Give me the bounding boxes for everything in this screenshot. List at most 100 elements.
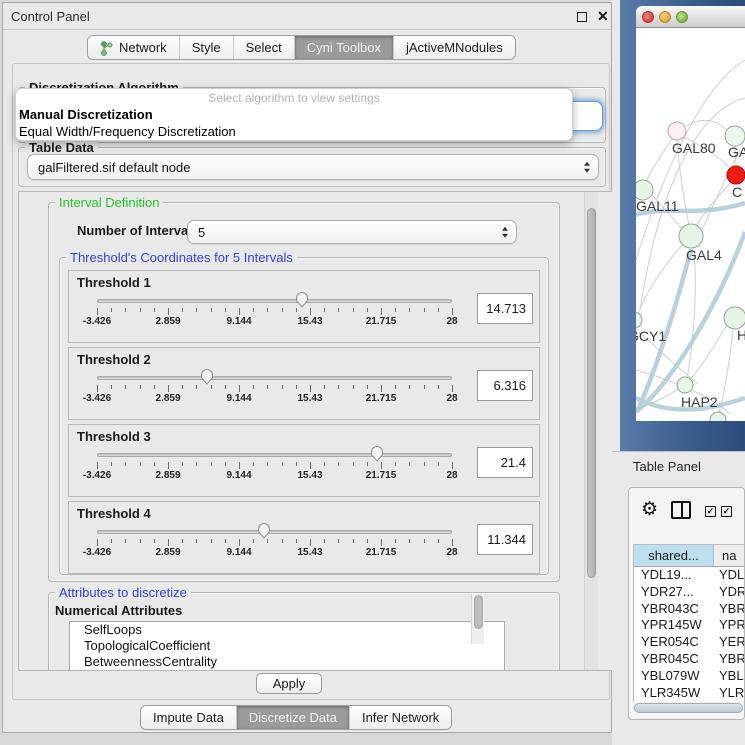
network-canvas[interactable]: GAL80GACGAL11GAL4GCY1HHAP2	[636, 28, 745, 421]
table-cell[interactable]: YIL0	[714, 701, 745, 702]
slider-ticks	[97, 385, 453, 393]
slider-ticks	[97, 308, 453, 316]
network-node[interactable]	[710, 412, 726, 421]
table-cell[interactable]: YDR2	[714, 584, 745, 601]
tab-infer-network[interactable]: Infer Network	[349, 706, 451, 729]
slider-track[interactable]	[97, 376, 452, 380]
slider-tick-labels: -3.4262.8599.14415.4321.71528	[97, 316, 453, 328]
table-row[interactable]: YLR345WYLR3	[634, 685, 745, 702]
table-row[interactable]: YBL079WYBL0	[634, 668, 745, 685]
table-cell[interactable]: YBR0	[714, 601, 745, 618]
table-cell[interactable]: YLR345W	[634, 685, 714, 702]
split-columns-icon[interactable]	[671, 501, 691, 519]
table-cell[interactable]: YBR0	[714, 651, 745, 668]
panel-scrollbar-thumb[interactable]	[587, 208, 596, 578]
table-cell[interactable]: YBR045C	[634, 651, 714, 668]
network-node[interactable]	[677, 377, 693, 393]
table-cell[interactable]: YDL19...	[634, 567, 714, 584]
table-row[interactable]: YER054CYER0	[634, 634, 745, 651]
table-row[interactable]: YDL19...YDL1	[634, 567, 745, 584]
table-cell[interactable]: YIL052C	[634, 701, 714, 702]
tab-jactivemnodules-label: jActiveMNodules	[406, 40, 503, 55]
unselect-all-checkbox-icon[interactable]: ✓	[721, 506, 732, 517]
thresholds-group: Threshold's Coordinates for 5 Intervals …	[59, 257, 549, 575]
tab-select-label: Select	[246, 40, 282, 55]
threshold-value-field[interactable]: 6.316	[477, 370, 533, 401]
tab-impute-data[interactable]: Impute Data	[141, 706, 236, 729]
table-row[interactable]: YPR145WYPR1	[634, 617, 745, 634]
tab-jactivemnodules[interactable]: jActiveMNodules	[393, 36, 515, 59]
network-node[interactable]	[727, 166, 745, 184]
numerical-attributes-list[interactable]: SelfLoopsTopologicalCoefficientBetweenne…	[69, 621, 505, 671]
table-row[interactable]: YBR045CYBR0	[634, 651, 745, 668]
column-header-name[interactable]: na	[714, 545, 745, 566]
slider-thumb[interactable]	[370, 445, 384, 462]
threshold-panel: Threshold 2-3.4262.8599.14415.4321.71528…	[68, 347, 540, 420]
float-window-icon[interactable]	[577, 12, 587, 22]
attribute-list-item[interactable]: BetweennessCentrality	[70, 654, 504, 670]
slider-thumb[interactable]	[295, 291, 309, 308]
table-cell[interactable]: YDL1	[714, 567, 745, 584]
slider-thumb[interactable]	[200, 368, 214, 385]
network-node[interactable]	[668, 122, 686, 140]
attributes-scrollbar-thumb[interactable]	[474, 595, 483, 629]
minimize-traffic-light-icon[interactable]	[659, 11, 671, 23]
slider-thumb[interactable]	[257, 522, 271, 539]
numerical-attributes-label: Numerical Attributes	[55, 603, 182, 618]
table-cell[interactable]: YPR145W	[634, 617, 714, 634]
tab-network-label: Network	[119, 40, 167, 55]
attributes-list-scrollbar[interactable]	[471, 594, 484, 644]
table-cell[interactable]: YBL0	[714, 668, 745, 685]
network-node[interactable]	[636, 312, 642, 328]
threshold-value-field[interactable]: 11.344	[477, 524, 533, 555]
close-traffic-light-icon[interactable]	[642, 11, 654, 23]
attribute-list-item[interactable]: TopologicalCoefficient	[70, 638, 504, 654]
table-cell[interactable]: YPR1	[714, 617, 745, 634]
table-cell[interactable]: YER0	[714, 634, 745, 651]
table-cell[interactable]: YLR3	[714, 685, 745, 702]
popup-option-equal-width-frequency[interactable]: Equal Width/Frequency Discretization	[19, 124, 236, 139]
control-panel-window: Control Panel ✕ Network Style Select Cyn…	[2, 2, 612, 733]
table-data-combobox[interactable]: galFiltered.sif default node	[27, 154, 599, 180]
attribute-list-item[interactable]: SelfLoops	[70, 622, 504, 638]
tab-select[interactable]: Select	[233, 36, 294, 59]
slider-track[interactable]	[97, 299, 452, 303]
network-node[interactable]	[724, 307, 745, 329]
select-all-checkbox-icon[interactable]: ✓	[705, 506, 716, 517]
threshold-value-field[interactable]: 21.4	[477, 447, 533, 478]
network-node[interactable]	[725, 126, 745, 146]
close-icon[interactable]: ✕	[597, 8, 609, 25]
table-cell[interactable]: YER054C	[634, 634, 714, 651]
gear-icon[interactable]: ⚙	[641, 500, 658, 519]
panel-scrollbar[interactable]	[584, 192, 598, 670]
table-row[interactable]: YBR043CYBR0	[634, 601, 745, 618]
tab-cyni-toolbox[interactable]: Cyni Toolbox	[294, 36, 393, 59]
popup-hint-item[interactable]: Select algorithm to view settings	[16, 91, 572, 105]
popup-option-manual-discretization[interactable]: Manual Discretization	[19, 107, 153, 122]
tab-network[interactable]: Network	[88, 36, 179, 59]
table-row[interactable]: YDR27...YDR2	[634, 584, 745, 601]
slider-track[interactable]	[97, 453, 452, 457]
zoom-traffic-light-icon[interactable]	[676, 11, 688, 23]
table-row[interactable]: YIL052CYIL0	[634, 701, 745, 702]
number-of-intervals-value: 5	[198, 225, 205, 240]
table-panel: ⚙ ✓ ✓ shared... na YDL19...YDL1YDR27...Y…	[628, 487, 745, 720]
table-cell[interactable]: YBR043C	[634, 601, 714, 618]
tab-impute-data-label: Impute Data	[153, 710, 224, 725]
number-of-intervals-combobox[interactable]: 5	[187, 220, 517, 244]
table-cell[interactable]: YDR27...	[634, 584, 714, 601]
column-header-shared-name[interactable]: shared...	[634, 545, 714, 566]
network-node[interactable]	[679, 224, 703, 248]
network-node[interactable]	[636, 180, 653, 200]
threshold-value-field[interactable]: 14.713	[477, 293, 533, 324]
tab-discretize-data[interactable]: Discretize Data	[236, 706, 349, 729]
slider-track[interactable]	[97, 530, 452, 534]
network-node-label: GAL80	[672, 140, 716, 156]
apply-button[interactable]: Apply	[256, 673, 322, 694]
table-horizontal-scrollbar[interactable]	[634, 703, 743, 713]
threshold-label: Threshold 1	[77, 275, 151, 290]
tab-style[interactable]: Style	[179, 36, 233, 59]
table-cell[interactable]: YBL079W	[634, 668, 714, 685]
settings-scroll-panel: Interval Definition Number of Intervals …	[18, 191, 613, 671]
number-of-intervals-label: Number of Intervals	[77, 223, 199, 238]
